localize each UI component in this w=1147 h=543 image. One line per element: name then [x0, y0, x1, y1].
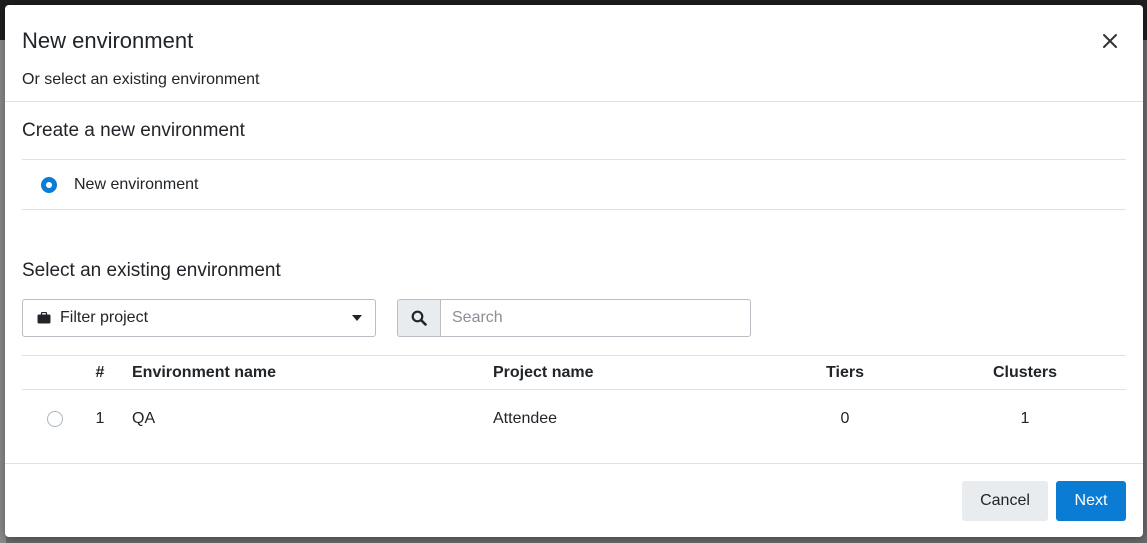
briefcase-icon	[37, 312, 51, 324]
column-header-number[interactable]: #	[92, 363, 108, 383]
divider	[22, 209, 1126, 210]
new-environment-modal: New environment Or select an existing en…	[5, 5, 1143, 537]
close-button[interactable]	[1098, 29, 1122, 53]
search-button[interactable]	[397, 299, 440, 337]
modal-header: New environment Or select an existing en…	[5, 5, 1143, 102]
create-section-title: Create a new environment	[22, 120, 245, 141]
row-number: 1	[95, 410, 105, 427]
modal-title: New environment	[22, 28, 194, 53]
caret-down-icon	[352, 315, 362, 321]
divider	[22, 159, 1126, 160]
column-header-project-name[interactable]: Project name	[493, 363, 593, 383]
close-icon	[1103, 34, 1117, 48]
new-environment-label: New environment	[74, 176, 199, 193]
row-clusters: 1	[1020, 410, 1030, 427]
column-header-environment-name[interactable]: Environment name	[132, 363, 276, 383]
column-header-clusters[interactable]: Clusters	[975, 363, 1075, 383]
new-environment-radio[interactable]	[41, 177, 57, 193]
divider	[22, 389, 1126, 390]
search-input[interactable]	[440, 299, 751, 337]
divider	[22, 355, 1126, 356]
modal-subtitle: Or select an existing environment	[22, 71, 260, 88]
modal-footer-divider	[5, 463, 1143, 464]
row-select-radio[interactable]	[47, 411, 63, 427]
row-project-name: Attendee	[493, 410, 558, 427]
new-environment-option[interactable]: New environment	[41, 173, 199, 197]
cancel-button[interactable]: Cancel	[962, 481, 1048, 521]
row-tiers: 0	[840, 410, 850, 427]
row-environment-name: QA	[132, 410, 156, 427]
column-header-tiers[interactable]: Tiers	[805, 363, 885, 383]
search-group	[397, 299, 751, 337]
filter-project-dropdown[interactable]: Filter project	[22, 299, 376, 337]
filter-project-label: Filter project	[60, 309, 149, 326]
existing-section-title: Select an existing environment	[22, 260, 281, 281]
next-button[interactable]: Next	[1056, 481, 1126, 521]
search-icon	[411, 310, 427, 326]
